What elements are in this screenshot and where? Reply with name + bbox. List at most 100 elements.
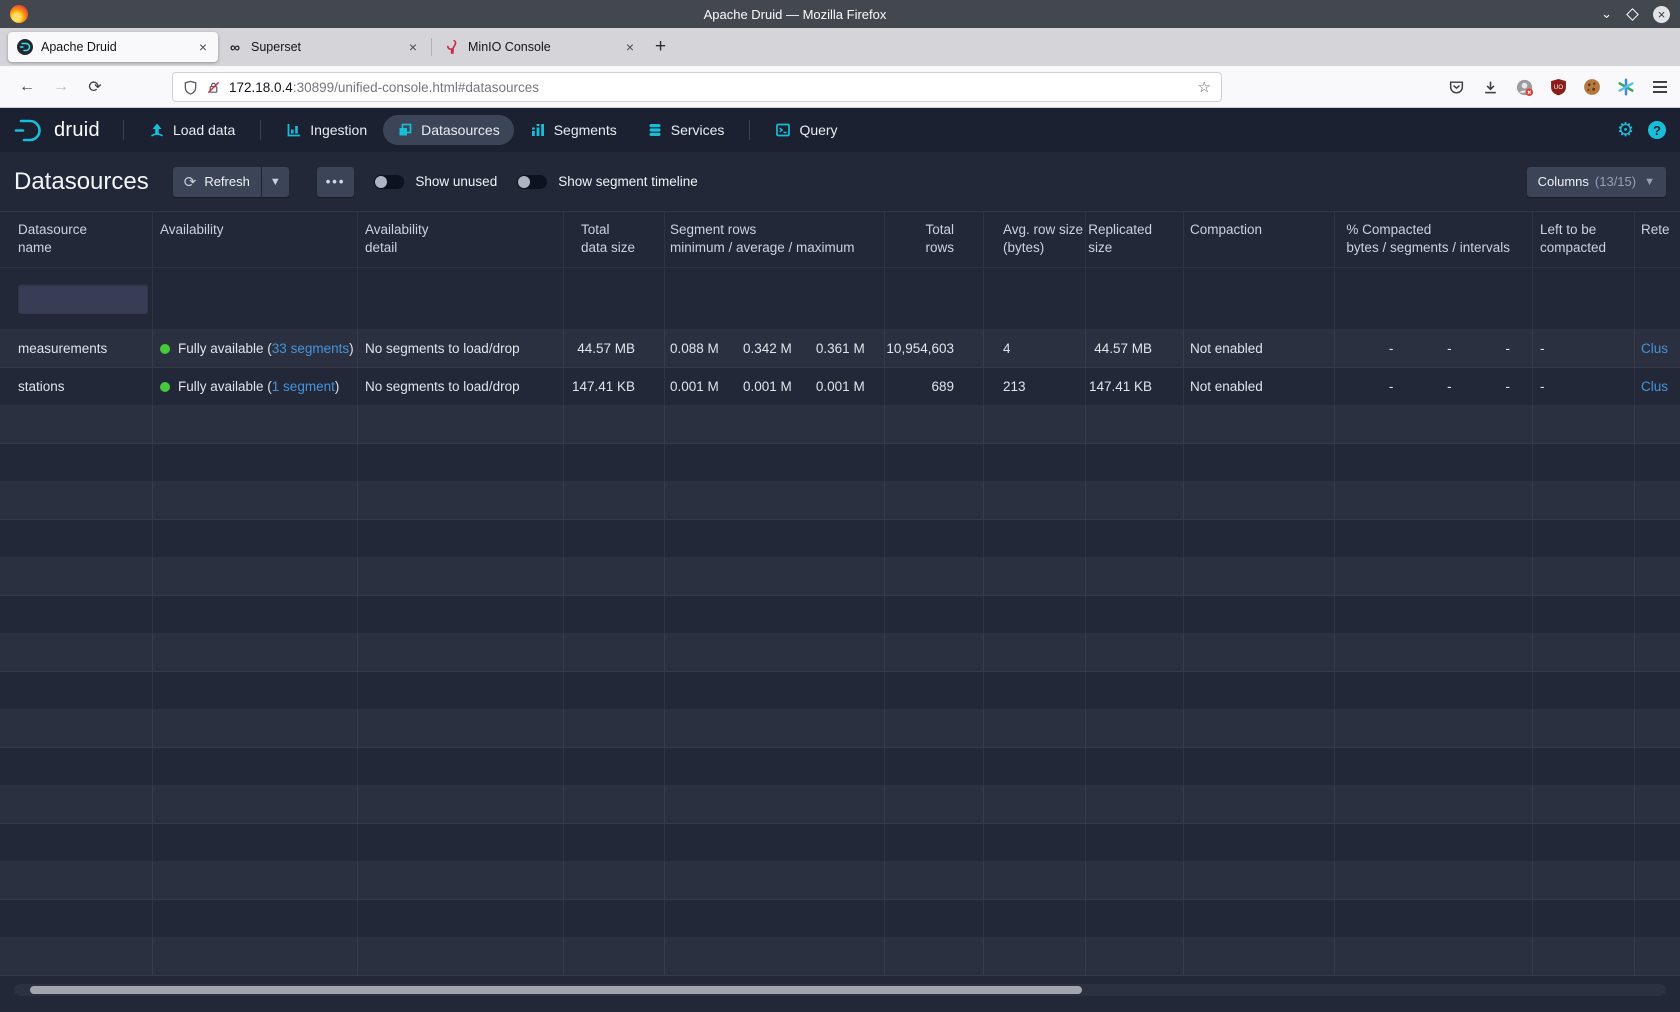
pocket-icon[interactable] xyxy=(1446,77,1466,97)
cell-retention xyxy=(1635,596,1680,633)
sub-value: - xyxy=(1452,379,1510,394)
insecure-lock-icon[interactable] xyxy=(206,80,221,95)
column-header-retention[interactable]: Rete xyxy=(1635,212,1680,267)
ublock-origin-icon[interactable]: UO xyxy=(1548,77,1568,97)
cell-left_to_be_compacted xyxy=(1533,824,1635,861)
nav-item-load-data[interactable]: Load data xyxy=(135,115,249,145)
url-bar[interactable]: 172.18.0.4:30899/unified-console.html#da… xyxy=(172,72,1222,102)
nav-item-label: Datasources xyxy=(421,122,500,138)
availability-text: ) xyxy=(349,341,354,356)
cell-availability xyxy=(153,558,358,595)
column-header-replicated_size[interactable]: Replicatedsize xyxy=(1086,212,1184,267)
empty-table-row xyxy=(0,900,1680,938)
column-header-name[interactable]: Datasourcename xyxy=(0,212,153,267)
chevron-down-icon: ▼ xyxy=(1644,176,1655,188)
cell-compaction xyxy=(1184,938,1335,975)
tracking-shield-icon[interactable] xyxy=(183,80,198,95)
datasource-row-measurements[interactable]: measurementsFully available (33 segments… xyxy=(0,330,1680,368)
refresh-button[interactable]: ⟳ Refresh xyxy=(173,167,261,197)
cell-availability_detail xyxy=(358,444,564,481)
menu-icon[interactable] xyxy=(1650,77,1670,97)
cell-retention xyxy=(1635,938,1680,975)
nav-item-datasources[interactable]: Datasources xyxy=(383,115,514,145)
column-header-pct_compacted[interactable]: % Compactedbytes / segments / intervals xyxy=(1335,212,1533,267)
column-header-availability_detail[interactable]: Availabilitydetail xyxy=(358,212,564,267)
column-header-compaction[interactable]: Compaction xyxy=(1184,212,1335,267)
cell-availability xyxy=(153,596,358,633)
cookie-extension-icon[interactable] xyxy=(1582,77,1602,97)
cell-segment_rows xyxy=(665,748,885,785)
horizontal-scrollbar-track[interactable] xyxy=(14,984,1666,996)
column-header-segment_rows[interactable]: Segment rowsminimum / average / maximum xyxy=(665,212,885,267)
downloads-icon[interactable] xyxy=(1480,77,1500,97)
show-unused-toggle[interactable] xyxy=(373,174,405,190)
cell-left_to_be_compacted: - xyxy=(1533,368,1635,405)
cell-name xyxy=(0,786,153,823)
column-header-label: Left to becompacted xyxy=(1540,221,1606,256)
cell-retention xyxy=(1635,444,1680,481)
settings-gear-icon[interactable]: ⚙ xyxy=(1617,119,1634,141)
segments-count-link[interactable]: 33 segments xyxy=(272,341,349,356)
column-header-label: Avg. row size(bytes) xyxy=(1003,221,1083,256)
datasource-name-filter-input[interactable] xyxy=(18,284,148,314)
cell-avg_row_size xyxy=(984,520,1086,557)
column-header-total_data_size[interactable]: Totaldata size xyxy=(564,212,665,267)
close-icon[interactable]: × xyxy=(1653,6,1670,23)
retention-link[interactable]: Clus xyxy=(1641,341,1668,356)
cell-availability_detail xyxy=(358,558,564,595)
columns-selector-button[interactable]: Columns (13/15) ▼ xyxy=(1527,167,1666,197)
cell-availability xyxy=(153,406,358,443)
asterisk-extension-icon[interactable] xyxy=(1616,77,1636,97)
cell-avg_row_size xyxy=(984,482,1086,519)
nav-item-label: Load data xyxy=(173,122,235,138)
filter-cell-availability xyxy=(153,268,358,329)
superset-favicon: ∞ xyxy=(227,39,243,55)
column-header-availability[interactable]: Availability xyxy=(153,212,358,267)
horizontal-scrollbar-thumb[interactable] xyxy=(30,986,1082,994)
cell-avg_row_size xyxy=(984,406,1086,443)
sub-value: - xyxy=(1335,379,1393,394)
maximize-icon[interactable] xyxy=(1626,8,1639,21)
cell-availability_detail xyxy=(358,672,564,709)
nav-item-segments[interactable]: Segments xyxy=(516,115,631,145)
cell-total_data_size xyxy=(564,938,665,975)
bookmark-star-icon[interactable]: ☆ xyxy=(1198,78,1211,96)
tab-superset[interactable]: ∞Superset× xyxy=(218,32,428,62)
account-extension-icon[interactable] xyxy=(1514,77,1534,97)
cell-availability_detail xyxy=(358,596,564,633)
cell-retention xyxy=(1635,786,1680,823)
nav-item-query[interactable]: Query xyxy=(761,115,851,145)
column-header-avg_row_size[interactable]: Avg. row size(bytes) xyxy=(984,212,1086,267)
druid-brand[interactable]: druid xyxy=(13,117,100,143)
tab-close-icon[interactable]: × xyxy=(197,39,209,55)
cell-pct_compacted xyxy=(1335,406,1533,443)
back-icon[interactable]: ← xyxy=(12,72,42,102)
availability-status-icon xyxy=(160,382,170,392)
services-icon xyxy=(647,122,663,138)
more-actions-button[interactable]: ••• xyxy=(317,167,355,197)
tab-minio-console[interactable]: MinIO Console× xyxy=(435,32,645,62)
new-tab-button[interactable]: + xyxy=(655,36,666,58)
druid-logo-icon xyxy=(13,117,47,143)
refresh-dropdown-button[interactable]: ▼ xyxy=(262,167,289,197)
nav-item-services[interactable]: Services xyxy=(633,115,739,145)
tab-close-icon[interactable]: × xyxy=(407,39,419,55)
cell-segment_rows xyxy=(665,520,885,557)
tab-apache-druid[interactable]: Apache Druid× xyxy=(8,32,218,62)
datasource-row-stations[interactable]: stationsFully available (1 segment)No se… xyxy=(0,368,1680,406)
retention-link[interactable]: Clus xyxy=(1641,379,1668,394)
tab-close-icon[interactable]: × xyxy=(624,39,636,55)
cell-left_to_be_compacted xyxy=(1533,900,1635,937)
show-segment-timeline-toggle[interactable] xyxy=(516,174,548,190)
availability-text: ) xyxy=(335,379,340,394)
column-header-left_to_be_compacted[interactable]: Left to becompacted xyxy=(1533,212,1635,267)
help-icon[interactable]: ? xyxy=(1648,121,1666,139)
cell-total_rows xyxy=(885,900,984,937)
nav-item-ingestion[interactable]: Ingestion xyxy=(272,115,381,145)
column-header-total_rows[interactable]: Totalrows xyxy=(885,212,984,267)
table-filter-row xyxy=(0,268,1680,330)
segments-count-link[interactable]: 1 segment xyxy=(272,379,335,394)
forward-icon[interactable]: → xyxy=(46,72,76,102)
minimize-icon[interactable]: ⌄ xyxy=(1601,9,1612,19)
reload-icon[interactable]: ⟳ xyxy=(80,72,110,102)
